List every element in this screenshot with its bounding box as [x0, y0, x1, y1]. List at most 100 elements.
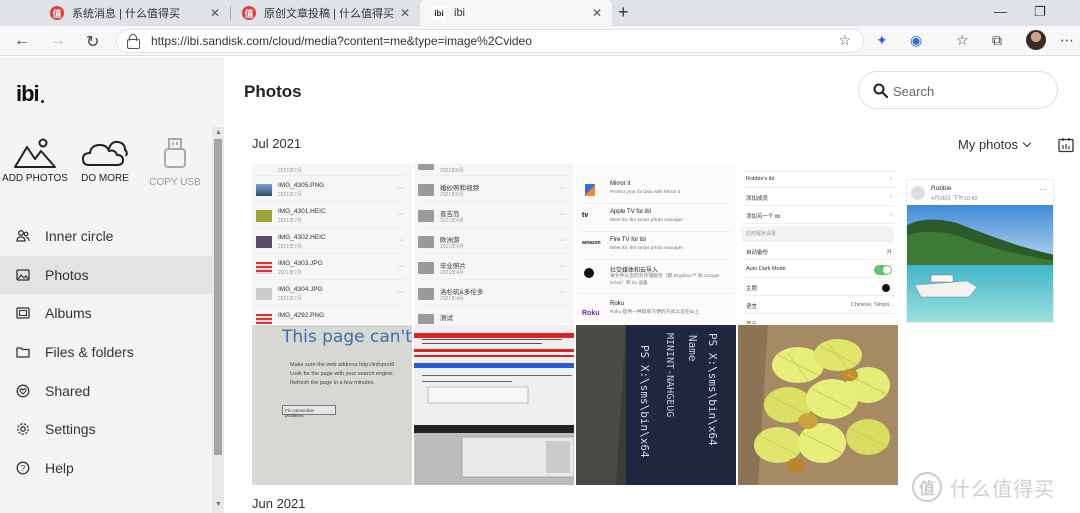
list-item: Robbie's ibi ›: [742, 172, 894, 188]
sidebar-item-photos[interactable]: Photos: [0, 255, 212, 295]
do-more-button[interactable]: DO MORE: [70, 137, 140, 184]
photo-thumbnail[interactable]: This page can't b Make sure the web addr…: [252, 325, 412, 485]
browser-tab-1[interactable]: 值 系统消息 | 什么值得买 ✕: [38, 0, 230, 26]
sidebar-item-albums[interactable]: Albums: [0, 294, 212, 333]
favorites-icon[interactable]: ☆: [956, 32, 969, 49]
photo-thumbnail[interactable]: [414, 325, 574, 485]
list-item: 自动备份开: [742, 244, 894, 260]
list-item: IMG_4301.HEIC 2021年7月 ···: [256, 206, 406, 228]
list-item: 添加另一个 ibi ›: [742, 208, 894, 224]
tab-title: 原创文章投稿 | 什么值得买: [264, 8, 394, 20]
address-bar[interactable]: https://ibi.sandisk.com/cloud/media?cont…: [116, 29, 864, 53]
list-item: IMG_4305.PNG 2021年7月 ···: [256, 180, 406, 202]
filter-label: My photos: [958, 137, 1018, 152]
list-item: Roku Roku Roku 提供一种简单方便的方式以及在ibi上: [582, 301, 700, 317]
add-favorite-icon[interactable]: ☆: [838, 32, 851, 49]
clouds-icon: [81, 140, 128, 166]
photo-thumbnail[interactable]: PS X:\sms\bin\x64 MININT-NAHGEUG Name PS…: [576, 325, 736, 485]
ibi-app: ibi ADD PHOTOS DO MORE COPY USB Inner ci…: [0, 57, 1080, 513]
list-item: 普吉岛 2021年4月 ···: [418, 206, 568, 228]
sidebar-nav: Inner circle Photos Albums Files & folde…: [0, 217, 212, 487]
browser-tab-3[interactable]: ibi ibi ✕: [420, 0, 612, 26]
extension-badge-icon[interactable]: ◉: [910, 32, 922, 49]
photo-thumbnail[interactable]: 2021年7月 IMG_4305.PNG 2021年7月 ··· IMG_430…: [252, 164, 412, 324]
search-box[interactable]: [858, 71, 1058, 109]
list-item: 显示: [742, 316, 894, 324]
sidebar-item-inner-circle[interactable]: Inner circle: [0, 217, 212, 256]
close-icon[interactable]: ✕: [592, 6, 602, 20]
page-title: Photos: [244, 82, 302, 101]
photo-thumbnail[interactable]: [738, 325, 898, 485]
tab-title: ibi: [454, 7, 466, 19]
sidebar-item-settings[interactable]: Settings: [0, 410, 212, 449]
list-item: IMG_4292.PNG: [256, 310, 406, 324]
minimize-icon[interactable]: —: [994, 4, 1007, 19]
ibi-logo[interactable]: ibi: [16, 81, 44, 107]
list-item: 洛杉矶&多伦多 2021年4月 ···: [418, 284, 568, 306]
collections-icon[interactable]: ⧉: [992, 32, 1002, 49]
chevron-down-icon: [1022, 138, 1032, 148]
sidebar-item-help[interactable]: ? Help: [0, 449, 212, 488]
sidebar-item-label: Shared: [45, 382, 91, 399]
forward-arrow-icon[interactable]: →: [50, 32, 66, 50]
month-heading: Jul 2021: [252, 136, 302, 151]
watermark-text: 什么值得买: [950, 478, 1055, 501]
shared-icon: [16, 384, 30, 398]
photo-thumbnail[interactable]: 2021年6月 婚纱照和视频 2021年6月 ··· 普吉岛 2021年4月 ·…: [414, 164, 574, 324]
mountains-icon: [14, 138, 56, 168]
close-icon[interactable]: ✕: [400, 6, 410, 20]
smzdm-watermark: 值 什么值得买: [912, 472, 1055, 502]
browser-toolbar: ← → ↻ https://ibi.sandisk.com/cloud/medi…: [0, 26, 1080, 56]
sidebar-actions: ADD PHOTOS DO MORE COPY USB: [0, 137, 212, 217]
copy-usb-label: COPY USB: [149, 177, 201, 188]
list-item: 毕业照片 2021年4月 ···: [418, 258, 568, 280]
smzdm-favicon-icon: 值: [50, 6, 64, 20]
ibi-favicon-icon: ibi: [432, 6, 446, 20]
lock-icon: [127, 34, 140, 49]
folder-icon: [16, 347, 30, 358]
my-photos-dropdown[interactable]: My photos: [958, 137, 1032, 152]
scroll-down-arrow-icon[interactable]: ▼: [215, 501, 222, 508]
photo-thumbnail[interactable]: Robbie's ibi › 添加成员 › 添加另一个 ibi › 应用程序设置 自动…: [738, 164, 898, 324]
browser-tab-strip: 值 系统消息 | 什么值得买 ✕ 值 原创文章投稿 | 什么值得买 ✕ ibi …: [0, 0, 1080, 26]
maximize-icon[interactable]: ❐: [1034, 4, 1046, 20]
list-item: 测试: [418, 310, 568, 324]
extension-bird-icon[interactable]: ✦: [876, 32, 888, 49]
more-menu-icon[interactable]: ⋯: [1060, 32, 1074, 49]
gear-icon: [17, 423, 29, 436]
list-item: 社交媒体和云导入 将文件从您的云存储服务（即 Dropbox™ 和 Google…: [580, 262, 732, 294]
sidebar-item-label: Albums: [45, 305, 92, 322]
list-item: 主题: [742, 280, 894, 296]
sidebar-scrollbar[interactable]: ▲ ▼: [212, 127, 224, 513]
photo-thumbnail[interactable]: Mirror it Protect your ibi data with Mir…: [576, 164, 736, 324]
add-photos-label: ADD PHOTOS: [2, 173, 68, 184]
search-input[interactable]: [893, 81, 1043, 101]
photo-thumbnail[interactable]: Robbie 4月26日 下午10:42 ···: [906, 179, 1054, 323]
main-content: Photos Jul 2021 My photos 2021年7月: [224, 57, 1080, 513]
do-more-label: DO MORE: [81, 173, 129, 184]
list-item: Auto Dark Mode: [742, 262, 894, 278]
watermark-logo-icon: 值: [912, 472, 942, 502]
list-item: amazon Fire TV for ibi Meet ibi, the sma…: [580, 234, 732, 260]
close-icon[interactable]: ✕: [210, 6, 220, 20]
browser-tab-2[interactable]: 值 原创文章投稿 | 什么值得买 ✕: [230, 0, 420, 26]
list-item: 2021年6月: [418, 164, 568, 176]
copy-usb-button[interactable]: COPY USB: [140, 137, 210, 188]
calendar-view-icon[interactable]: [1058, 137, 1074, 153]
scroll-up-arrow-icon[interactable]: ▲: [215, 129, 222, 136]
list-item: 添加成员 ›: [742, 190, 894, 206]
new-tab-icon[interactable]: +: [618, 2, 629, 23]
sidebar-item-files-folders[interactable]: Files & folders: [0, 333, 212, 372]
sidebar-item-shared[interactable]: Shared: [0, 371, 212, 410]
album-icon: [16, 307, 30, 320]
usb-icon: [164, 138, 186, 168]
toggle-on: [874, 265, 892, 275]
add-photos-button[interactable]: ADD PHOTOS: [0, 137, 70, 184]
reload-icon[interactable]: ↻: [86, 32, 99, 52]
scrollbar-thumb[interactable]: [214, 139, 222, 455]
tab-title: 系统消息 | 什么值得买: [72, 8, 180, 20]
list-item: IMG_4302.HEIC 2021年7月 ···: [256, 232, 406, 254]
url-text[interactable]: https://ibi.sandisk.com/cloud/media?cont…: [151, 34, 532, 48]
back-arrow-icon[interactable]: ←: [14, 32, 30, 50]
browser-profile-avatar[interactable]: [1026, 30, 1046, 50]
